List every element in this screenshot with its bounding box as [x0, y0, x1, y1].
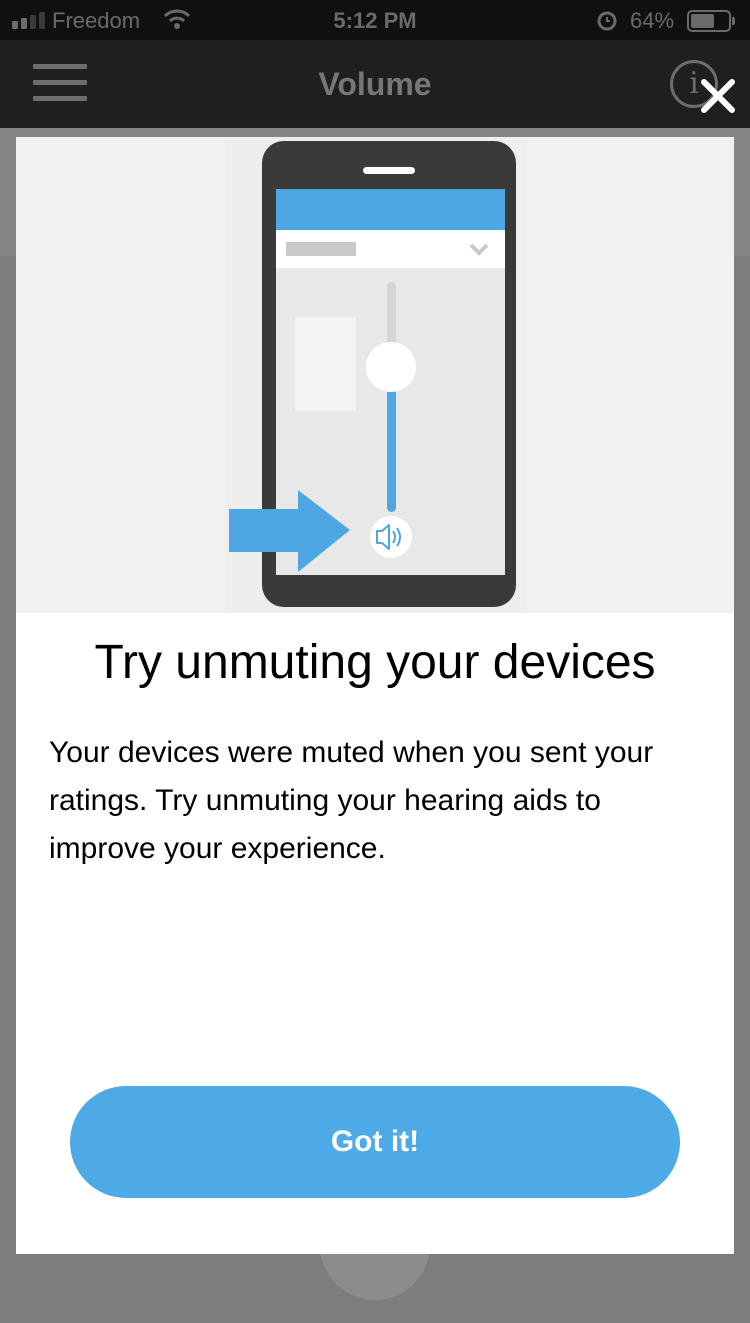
got-it-button[interactable]: Got it! [70, 1086, 680, 1198]
modal-title: Try unmuting your devices [94, 636, 656, 689]
alarm-icon [596, 9, 618, 37]
modal-body-text: Your devices were muted when you sent yo… [49, 736, 654, 865]
unmute-tip-modal: Try unmuting your devices Your devices w… [16, 137, 734, 1254]
close-icon[interactable] [696, 74, 740, 118]
speaker-icon [370, 516, 412, 558]
unmute-illustration [16, 137, 734, 613]
nav-bar: Volume i [0, 40, 750, 128]
status-bar: Freedom 5:12 PM 64% [0, 0, 750, 40]
battery-icon [687, 10, 735, 32]
page-title: Volume [318, 66, 432, 102]
battery-percent: 64% [630, 8, 675, 33]
